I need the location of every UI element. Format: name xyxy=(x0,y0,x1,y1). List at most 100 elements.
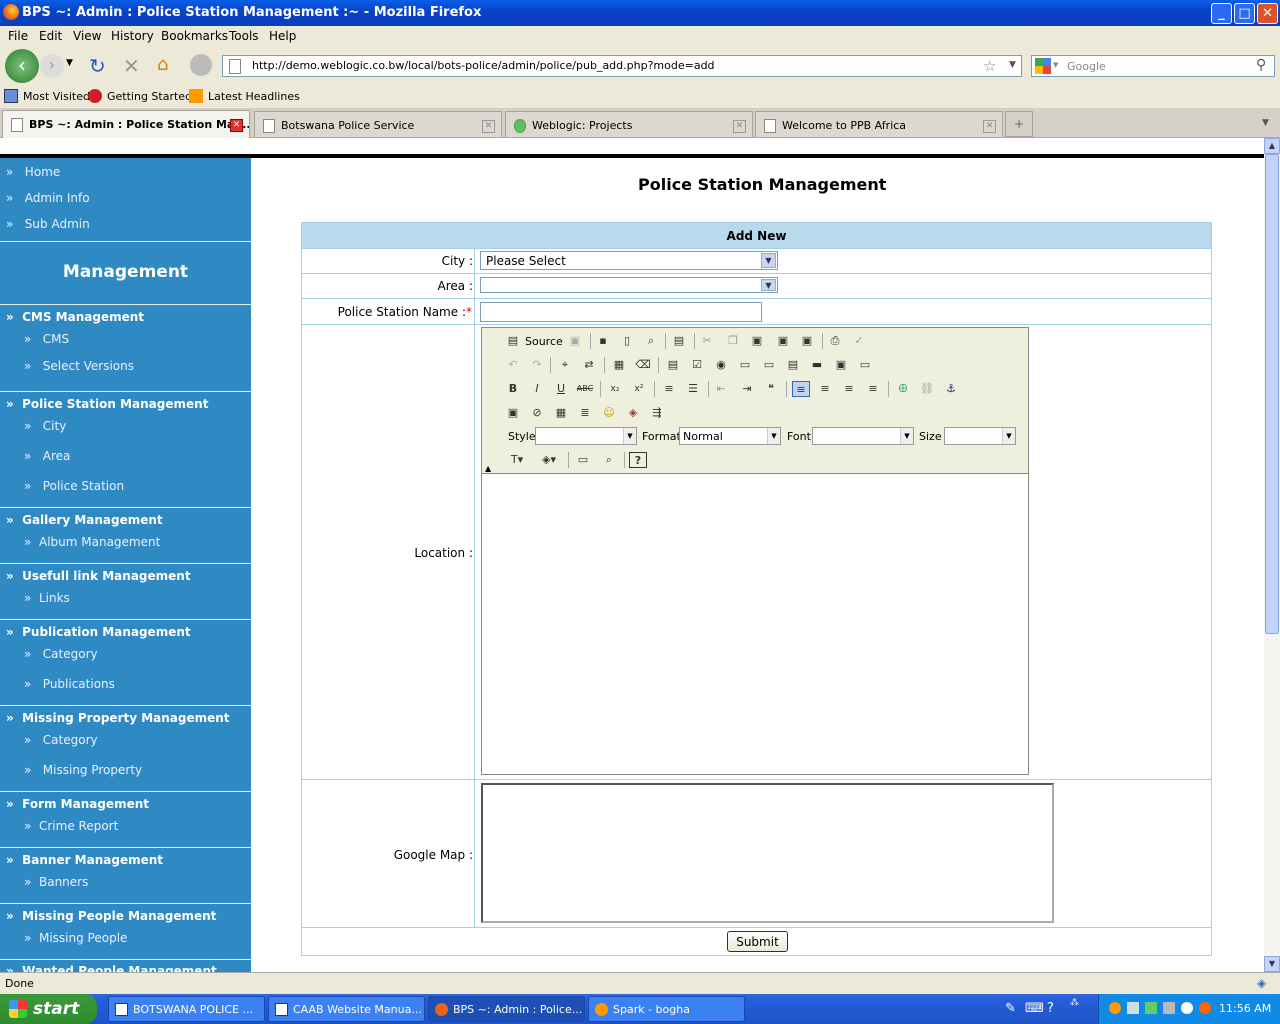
address-bar[interactable]: http://demo.weblogic.co.bw/local/bots-po… xyxy=(222,55,1022,77)
tab-bps-admin[interactable]: BPS ~: Admin : Police Station Man... ✕ xyxy=(2,110,250,138)
keyboard-icon[interactable]: ⌨ xyxy=(1025,1001,1044,1016)
show-blocks-icon[interactable]: ⌕ xyxy=(600,452,618,468)
section-banner-management[interactable]: » Banner Management xyxy=(6,853,163,867)
scroll-down-icon[interactable]: ▼ xyxy=(1264,956,1280,972)
horizontal-rule-icon[interactable]: ≣ xyxy=(576,405,594,421)
outdent-icon[interactable]: ⇤ xyxy=(712,381,730,397)
sidebar-item-sub-admin[interactable]: » Sub Admin xyxy=(6,217,90,231)
sidebar-item-category[interactable]: » Category xyxy=(24,647,98,661)
replace-icon[interactable]: ⇄ xyxy=(580,357,598,373)
sidebar-item-area[interactable]: » Area xyxy=(24,449,70,463)
sidebar-item-category[interactable]: » Category xyxy=(24,733,98,747)
align-right-icon[interactable]: ≡ xyxy=(840,381,858,397)
smiley-icon[interactable]: ☺ xyxy=(600,405,618,421)
stop-icon[interactable]: ✕ xyxy=(123,54,140,78)
sidebar-item-admin-info[interactable]: » Admin Info xyxy=(6,191,90,205)
history-dropdown-icon[interactable]: ▼ xyxy=(66,58,73,68)
tray-firefox-icon[interactable] xyxy=(1109,1002,1121,1014)
tab-list-dropdown-icon[interactable]: ▼ xyxy=(1262,118,1269,128)
sidebar-item-cms[interactable]: » CMS xyxy=(24,332,69,346)
table-icon[interactable]: ▦ xyxy=(552,405,570,421)
section-missing-people-management[interactable]: » Missing People Management xyxy=(6,909,216,923)
format-select[interactable]: Normal ▼ xyxy=(679,427,781,445)
tab-weblogic-projects[interactable]: Weblogic: Projects ✕ xyxy=(505,111,753,137)
sidebar-item-album-management[interactable]: » Album Management xyxy=(24,535,160,549)
section-usefull-link-management[interactable]: » Usefull link Management xyxy=(6,569,191,583)
text-color-icon[interactable]: T▾ xyxy=(504,452,530,468)
sidebar-item-select-versions[interactable]: » Select Versions xyxy=(24,359,134,373)
size-select[interactable]: ▼ xyxy=(944,427,1016,445)
templates-icon[interactable]: ▤ xyxy=(670,333,688,349)
menu-view[interactable]: View xyxy=(73,29,101,43)
bookmark-most-visited[interactable]: Most Visited xyxy=(23,90,90,103)
paste-word-icon[interactable]: ▣ xyxy=(798,333,816,349)
search-engine-dropdown-icon[interactable]: ▼ xyxy=(1053,61,1058,69)
close-window-button[interactable]: ✕ xyxy=(1257,3,1278,24)
chat-icon[interactable] xyxy=(1181,1002,1193,1014)
home-icon[interactable]: ⌂ xyxy=(157,54,168,75)
bulleted-list-icon[interactable]: ☰ xyxy=(684,381,702,397)
alert-icon[interactable] xyxy=(1199,1002,1211,1014)
submit-button[interactable]: Submit xyxy=(727,931,788,952)
anchor-icon[interactable]: ⚓ xyxy=(942,381,960,397)
textarea-icon[interactable]: ▭ xyxy=(760,357,778,373)
undo-icon[interactable]: ↶ xyxy=(504,357,522,373)
start-button[interactable]: start xyxy=(0,994,97,1024)
text-field-icon[interactable]: ▭ xyxy=(736,357,754,373)
reload-icon[interactable]: ↻ xyxy=(89,54,106,78)
chat-icon[interactable] xyxy=(190,54,212,76)
source-button-label[interactable]: Source xyxy=(525,335,563,348)
select-all-icon[interactable]: ▦ xyxy=(610,357,628,373)
search-input[interactable]: ▼ Google ⚲ xyxy=(1031,55,1275,77)
link-icon[interactable]: 🜨 xyxy=(894,381,912,397)
url-dropdown-icon[interactable]: ▼ xyxy=(1009,60,1016,70)
scroll-up-icon[interactable]: ▲ xyxy=(1264,138,1280,154)
sidebar-item-home[interactable]: » Home xyxy=(6,165,60,179)
style-select[interactable]: ▼ xyxy=(535,427,637,445)
menu-history[interactable]: History xyxy=(111,29,154,43)
new-tab-button[interactable]: + xyxy=(1005,111,1033,137)
search-icon[interactable]: ⚲ xyxy=(1256,57,1266,73)
subscript-icon[interactable]: x₂ xyxy=(606,381,624,397)
editor-content-area[interactable] xyxy=(483,475,1027,773)
cut-icon[interactable]: ✂ xyxy=(698,333,716,349)
background-color-icon[interactable]: ◈▾ xyxy=(536,452,562,468)
save-icon[interactable]: ▪ xyxy=(594,333,612,349)
strikethrough-icon[interactable]: ABC xyxy=(576,381,594,397)
network-icon[interactable] xyxy=(1127,1002,1139,1014)
bookmark-star-icon[interactable]: ☆ xyxy=(983,57,996,75)
task-spark[interactable]: Spark - bogha xyxy=(588,996,745,1022)
radio-icon[interactable]: ◉ xyxy=(712,357,730,373)
flash-icon[interactable]: ⊘ xyxy=(528,405,546,421)
menu-bookmarks[interactable]: Bookmarks xyxy=(161,29,228,43)
about-icon[interactable]: ? xyxy=(629,452,647,468)
back-icon[interactable]: ‹ xyxy=(5,49,39,83)
menu-help[interactable]: Help xyxy=(269,29,296,43)
align-left-icon[interactable]: ≡ xyxy=(792,381,810,397)
section-cms-management[interactable]: » CMS Management xyxy=(6,310,144,324)
save-as-icon[interactable]: ▣ xyxy=(566,333,584,349)
print-icon[interactable]: ⎙ xyxy=(826,333,844,349)
find-icon[interactable]: ⌖ xyxy=(556,357,574,373)
station-name-input[interactable] xyxy=(480,302,762,322)
menu-tools[interactable]: Tools xyxy=(229,29,259,43)
toolbar-expand-icon[interactable]: ⁂ xyxy=(1070,998,1079,1008)
sidebar-item-crime-report[interactable]: » Crime Report xyxy=(24,819,118,833)
sidebar-item-city[interactable]: » City xyxy=(24,419,66,433)
unlink-icon[interactable]: ⛓ xyxy=(918,381,936,397)
image-button-icon[interactable]: ▣ xyxy=(832,357,850,373)
minimize-button[interactable]: _ xyxy=(1211,3,1232,24)
maximize-editor-icon[interactable]: ▭ xyxy=(574,452,592,468)
form-icon[interactable]: ▤ xyxy=(664,357,682,373)
google-map-textarea[interactable] xyxy=(481,783,1054,923)
source-icon[interactable]: ▤ xyxy=(504,333,522,349)
maximize-button[interactable]: □ xyxy=(1234,3,1255,24)
blockquote-icon[interactable]: ❝ xyxy=(762,381,780,397)
sidebar-item-police-station[interactable]: » Police Station xyxy=(24,479,124,493)
bookmark-latest-headlines[interactable]: Latest Headlines xyxy=(208,90,300,103)
preview-icon[interactable]: ⌕ xyxy=(642,333,660,349)
special-char-icon[interactable]: ◈ xyxy=(624,405,642,421)
numbered-list-icon[interactable]: ≡ xyxy=(660,381,678,397)
redo-icon[interactable]: ↷ xyxy=(528,357,546,373)
font-select[interactable]: ▼ xyxy=(812,427,914,445)
